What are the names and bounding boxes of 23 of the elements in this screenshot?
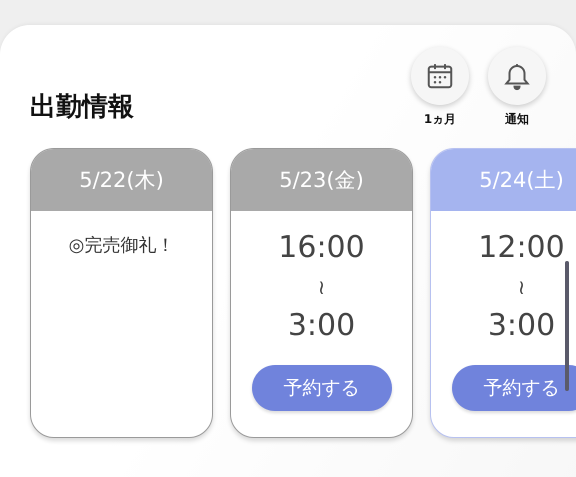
- date-header: 5/24(土): [431, 149, 576, 211]
- calendar-button[interactable]: [411, 47, 469, 105]
- button-label: 1ヵ月: [424, 111, 456, 128]
- status-message: ◎完売御礼！: [68, 234, 174, 257]
- range-separator: ≀: [518, 277, 526, 297]
- schedule-card[interactable]: 5/23(金) 16:00 ≀ 3:00 予約する: [230, 148, 413, 438]
- schedule-card[interactable]: 5/22(木) ◎完売御礼！: [30, 148, 213, 438]
- start-time: 12:00: [478, 231, 565, 265]
- start-time: 16:00: [278, 231, 365, 265]
- reserve-button[interactable]: 予約する: [452, 365, 576, 411]
- button-label: 通知: [505, 111, 529, 128]
- reserve-button[interactable]: 予約する: [252, 365, 392, 411]
- end-time: 3:00: [488, 309, 556, 343]
- date-header: 5/22(木): [31, 149, 212, 211]
- page-title: 出勤情報: [30, 91, 134, 124]
- scrollbar[interactable]: [565, 261, 569, 391]
- bell-icon: [502, 61, 532, 91]
- end-time: 3:00: [288, 309, 356, 343]
- bell-button[interactable]: [488, 47, 546, 105]
- range-separator: ≀: [318, 277, 326, 297]
- date-header: 5/23(金): [231, 149, 412, 211]
- calendar-icon: [425, 61, 455, 91]
- schedule-card[interactable]: 5/24(土) 12:00 ≀ 3:00 予約する: [430, 148, 576, 438]
